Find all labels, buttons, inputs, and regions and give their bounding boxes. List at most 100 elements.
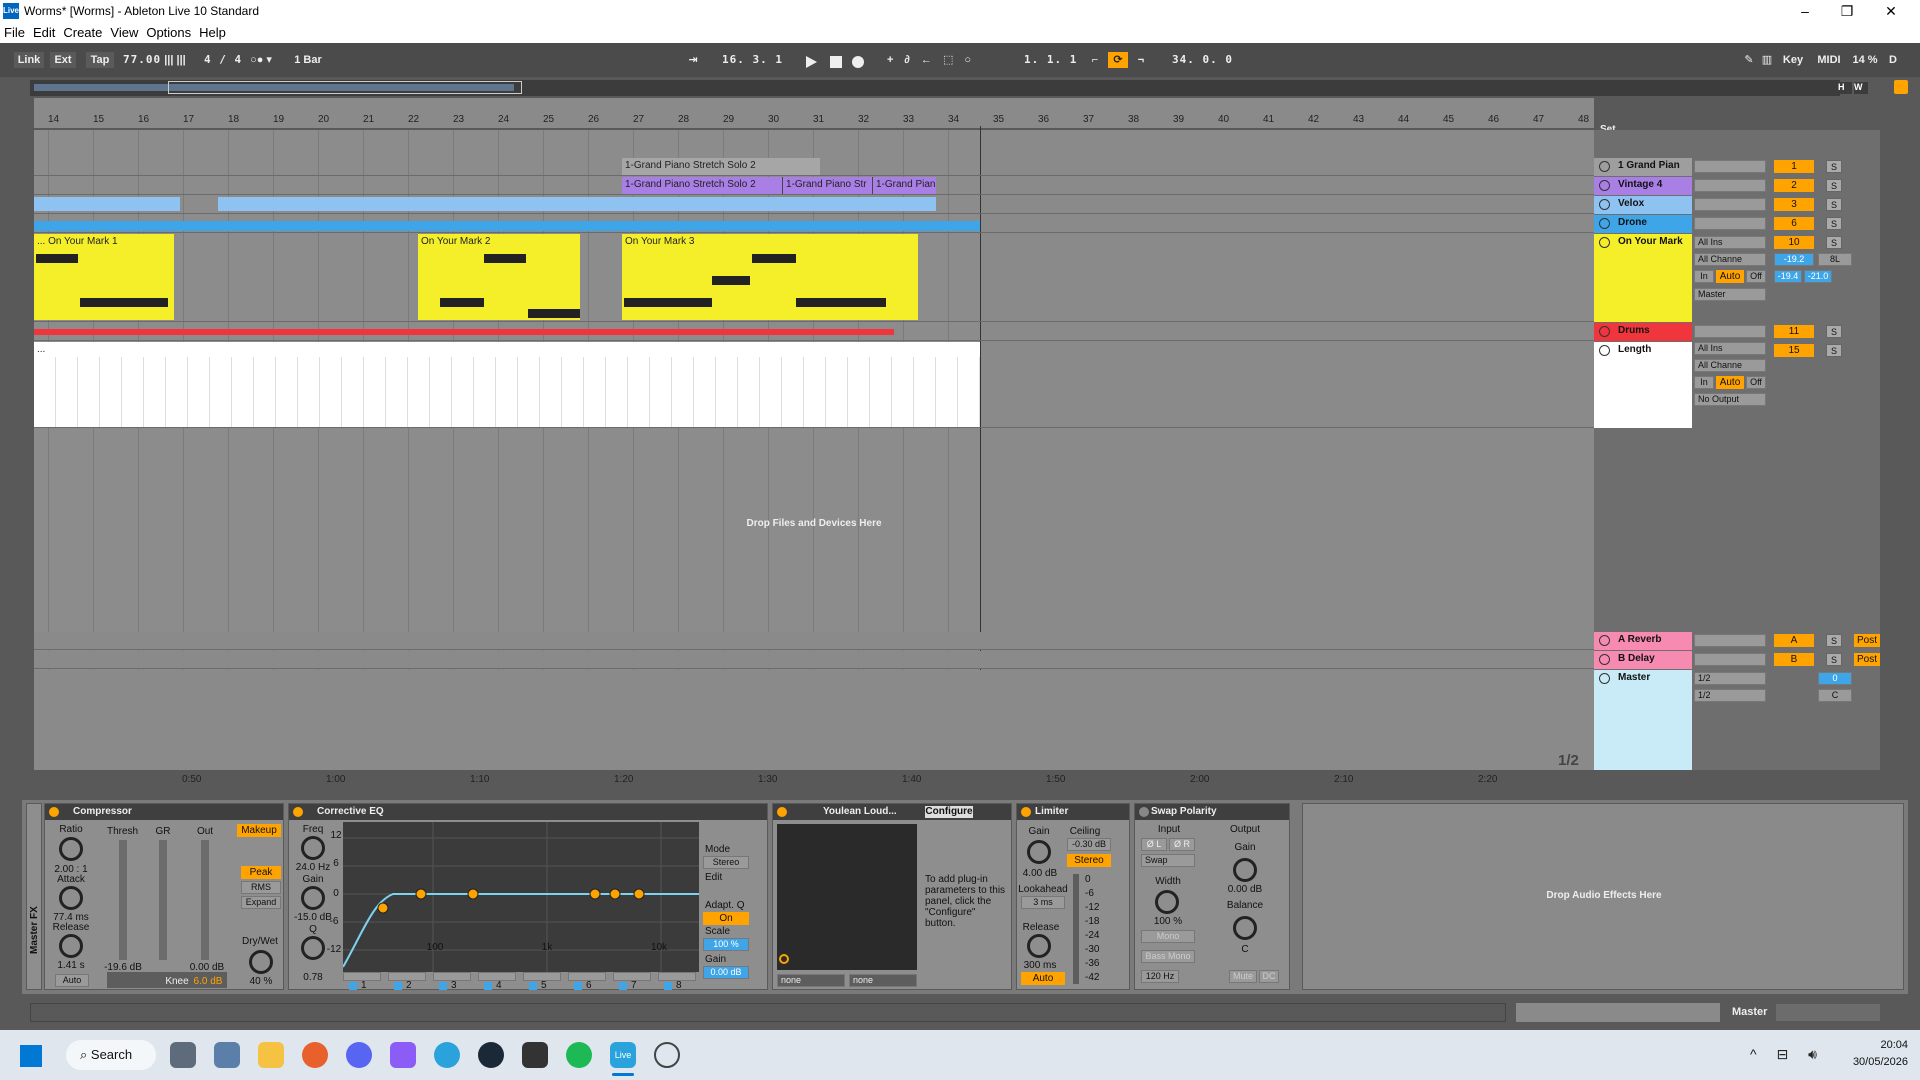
maximize-icon[interactable]: ❐: [1832, 2, 1862, 20]
search-box[interactable]: ⌕ Search: [66, 1040, 156, 1070]
track-name[interactable]: B Delay: [1618, 653, 1655, 664]
monitor-off-button[interactable]: Off: [1746, 270, 1766, 283]
solo-button[interactable]: S: [1826, 160, 1842, 173]
ext-sync-button[interactable]: Ext: [50, 52, 76, 68]
master-pan[interactable]: C: [1818, 689, 1852, 702]
compressor-device[interactable]: Compressor Ratio 2.00 : 1 Attack 77.4 ms…: [44, 803, 284, 990]
clip-vintage-2[interactable]: 1-Grand Piano Str: [782, 177, 872, 194]
follow-icon[interactable]: ⇥: [682, 52, 704, 68]
peak-button[interactable]: Peak: [241, 866, 281, 879]
track-pan[interactable]: 8L: [1818, 253, 1852, 266]
length-input-channel-select[interactable]: All Channe: [1694, 359, 1766, 372]
solo-button[interactable]: S: [1826, 179, 1842, 192]
clock-time[interactable]: 20:04: [1836, 1039, 1908, 1051]
eq-band[interactable]: 1: [343, 972, 383, 991]
record-icon[interactable]: [852, 56, 864, 68]
track-number[interactable]: 3: [1774, 198, 1814, 211]
clock-date[interactable]: 30/05/2026: [1836, 1056, 1908, 1068]
youlean-power-icon[interactable]: [777, 807, 787, 817]
track-activator-icon[interactable]: [1599, 673, 1610, 684]
rms-button[interactable]: RMS: [241, 881, 281, 894]
minimize-icon[interactable]: –: [1790, 2, 1820, 20]
balance-knob[interactable]: [1233, 916, 1257, 940]
auto-release-button[interactable]: Auto: [55, 974, 89, 987]
dc-button[interactable]: DC: [1259, 970, 1279, 983]
eq-display[interactable]: [342, 822, 699, 972]
release-value[interactable]: 1.41 s: [47, 960, 95, 971]
clip-velox-3[interactable]: [600, 197, 936, 211]
track-number[interactable]: 10: [1774, 236, 1814, 249]
track-header[interactable]: B Delay: [1594, 651, 1692, 669]
menu-edit[interactable]: Edit: [29, 22, 59, 40]
length-output-select[interactable]: No Output: [1694, 393, 1766, 406]
firefox-icon[interactable]: [302, 1042, 328, 1068]
master-out[interactable]: 1/2: [1694, 689, 1766, 702]
swap-gain-value[interactable]: 0.00 dB: [1217, 884, 1273, 895]
track-number[interactable]: 11: [1774, 325, 1814, 338]
eq-band[interactable]: 3: [433, 972, 473, 991]
eq-band-toggle[interactable]: [484, 982, 492, 990]
overview-viewport[interactable]: [168, 81, 522, 94]
clip-vintage-1[interactable]: 1-Grand Piano Stretch Solo 2: [622, 177, 782, 194]
monitor-app-icon[interactable]: [214, 1042, 240, 1068]
thresh-meter[interactable]: [119, 840, 127, 960]
clip-slot-area[interactable]: [1694, 653, 1766, 666]
expand-button[interactable]: Expand: [241, 896, 281, 909]
midi-map-button[interactable]: MIDI: [1816, 52, 1842, 68]
mute-button[interactable]: Mute: [1229, 970, 1257, 983]
loop-length-field[interactable]: 34. 0. 0: [1172, 52, 1233, 68]
input-channel-select[interactable]: All Channe: [1694, 253, 1766, 266]
track-name[interactable]: Master: [1618, 672, 1650, 683]
swap-gain-knob[interactable]: [1233, 858, 1257, 882]
track-number[interactable]: 6: [1774, 217, 1814, 230]
limiter-gain-value[interactable]: 4.00 dB: [1017, 868, 1063, 879]
track-name[interactable]: Velox: [1618, 198, 1644, 209]
settings-icon[interactable]: [170, 1042, 196, 1068]
eq-q-value[interactable]: 0.78: [293, 972, 333, 983]
track-name[interactable]: Length: [1618, 344, 1651, 355]
clip-velox-1[interactable]: [34, 197, 180, 211]
metronome-icon[interactable]: ○● ▾: [246, 52, 276, 68]
eq-band-toggle[interactable]: [529, 982, 537, 990]
plugin-record-icon[interactable]: [779, 954, 789, 964]
system-tray-icons[interactable]: ^ ⊟ 🔊︎: [1750, 1046, 1830, 1064]
track-activator-icon[interactable]: [1599, 654, 1610, 665]
length-monitor-off[interactable]: Off: [1746, 376, 1766, 389]
obs-icon[interactable]: [654, 1042, 680, 1068]
clip-slot-area[interactable]: [1694, 160, 1766, 173]
release-knob[interactable]: [59, 934, 83, 958]
bass-mono-freq[interactable]: 120 Hz: [1141, 970, 1179, 983]
track-name[interactable]: On Your Mark: [1618, 236, 1683, 247]
eq-scale-value[interactable]: 100 %: [703, 938, 749, 951]
track-header[interactable]: Length: [1594, 342, 1692, 428]
discord-icon[interactable]: [346, 1042, 372, 1068]
configure-button[interactable]: Configure: [925, 806, 973, 818]
menu-help[interactable]: Help: [195, 22, 230, 40]
eq-band-toggle[interactable]: [439, 982, 447, 990]
clip-slot-area[interactable]: [1694, 217, 1766, 230]
eq-band-toggle[interactable]: [664, 982, 672, 990]
delay-post-button[interactable]: Post: [1854, 653, 1880, 666]
knee-value[interactable]: 6.0 dB: [191, 976, 225, 987]
swap-power-icon[interactable]: [1139, 807, 1149, 817]
track-number[interactable]: B: [1774, 653, 1814, 666]
limiter-auto-button[interactable]: Auto: [1021, 972, 1065, 985]
track-activator-icon[interactable]: [1599, 237, 1610, 248]
steam-icon[interactable]: [478, 1042, 504, 1068]
phase-r-button[interactable]: Ø R: [1169, 838, 1195, 851]
punch-out-icon[interactable]: ¬: [1134, 52, 1148, 68]
attack-knob[interactable]: [59, 886, 83, 910]
limiter-release-value[interactable]: 300 ms: [1017, 960, 1063, 971]
limiter-device[interactable]: Limiter Gain 4.00 dB Ceiling -0.30 dB St…: [1016, 803, 1130, 990]
track-number[interactable]: 2: [1774, 179, 1814, 192]
solo-button[interactable]: S: [1826, 198, 1842, 211]
swap-polarity-device[interactable]: Swap Polarity Input Output Ø L Ø R Swap …: [1134, 803, 1290, 990]
clip-drums[interactable]: [34, 329, 894, 335]
ratio-knob[interactable]: [59, 837, 83, 861]
length-monitor-in[interactable]: In: [1694, 376, 1714, 389]
loop-start-field[interactable]: 1. 1. 1: [1024, 52, 1077, 68]
youlean-device[interactable]: Youlean Loud... Configure To add plug-in…: [772, 803, 1012, 990]
eq-band[interactable]: 7: [613, 972, 653, 991]
time-signature-field[interactable]: 4 / 4: [204, 52, 242, 68]
eq-mode-select[interactable]: Stereo: [703, 856, 749, 869]
